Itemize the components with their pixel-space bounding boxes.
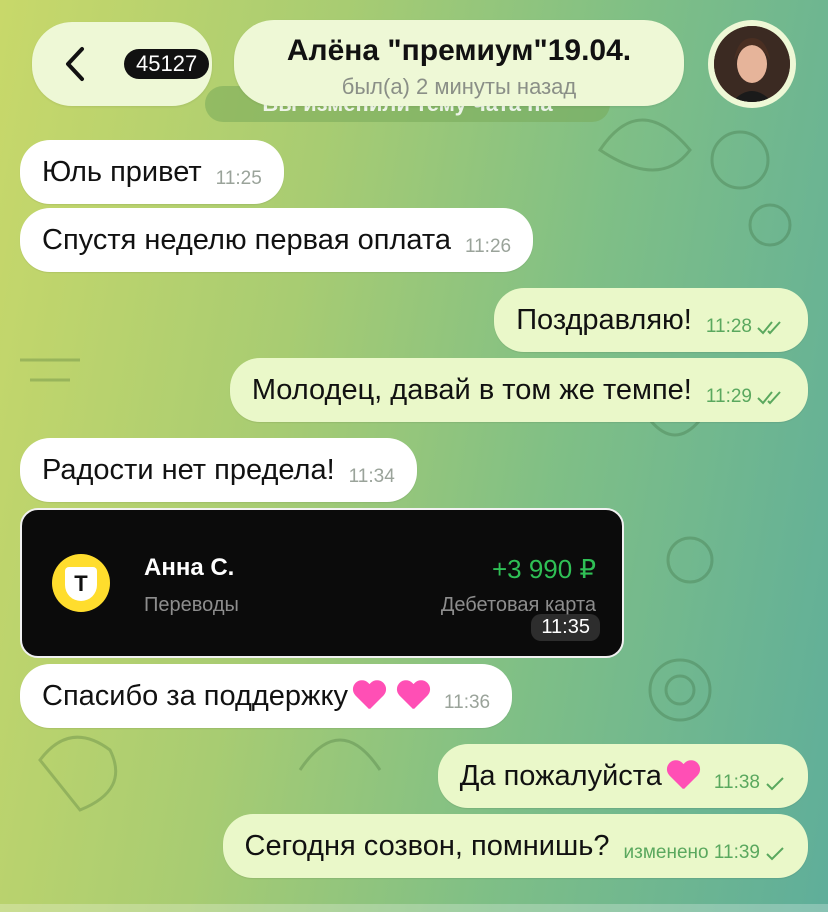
message-outgoing[interactable]: Да пожалуйста 11:38 xyxy=(437,744,808,808)
check-icon xyxy=(766,777,784,791)
message-time: изменено 11:39 xyxy=(623,842,761,863)
unread-count-badge: 45127 xyxy=(124,49,210,79)
message-text: Да пожалуйста xyxy=(459,759,662,792)
check-icon xyxy=(766,847,784,861)
message-time: 11:36 xyxy=(443,692,491,713)
message-time: 11:35 xyxy=(531,614,600,641)
message-text: Радости нет предела! xyxy=(42,453,335,486)
message-incoming[interactable]: Спустя неделю первая оплата 11:26 xyxy=(20,208,534,272)
next-message-edge xyxy=(0,904,828,912)
bank-letter: Т xyxy=(74,571,88,596)
payment-amount: +3 990 ₽ xyxy=(491,554,596,584)
payment-category: Переводы xyxy=(144,594,239,616)
contact-avatar-button[interactable] xyxy=(708,20,796,108)
message-text: Юль привет xyxy=(42,155,202,188)
chat-header[interactable]: Алёна "премиум"19.04. был(а) 2 минуты на… xyxy=(234,20,684,106)
message-time: 11:26 xyxy=(464,236,512,257)
message-incoming[interactable]: Радости нет предела! 11:34 xyxy=(20,438,417,502)
pink-heart-icon xyxy=(396,681,430,711)
message-time: 11:29 xyxy=(705,386,752,407)
chat-title: Алёна "премиум"19.04. xyxy=(286,34,632,67)
message-text: Спасибо за поддержку xyxy=(42,679,348,712)
payment-screenshot[interactable]: Т Анна С. Переводы +3 990 ₽ Дебетовая ка… xyxy=(20,508,624,658)
back-button[interactable]: 45127 xyxy=(32,22,212,106)
chevron-left-icon xyxy=(66,47,84,81)
message-outgoing[interactable]: Поздравляю! 11:28 xyxy=(494,288,808,352)
message-time: 11:38 xyxy=(713,772,760,793)
message-time: 11:25 xyxy=(215,168,262,189)
message-outgoing[interactable]: Молодец, давай в том же темпе! 11:29 xyxy=(229,358,808,422)
pink-heart-icon xyxy=(352,681,386,711)
last-seen-status: был(а) 2 минуты назад xyxy=(341,74,577,99)
bank-logo-icon: Т xyxy=(52,554,110,612)
pink-heart-icon xyxy=(666,761,700,791)
message-incoming[interactable]: Спасибо за поддержку 11:36 xyxy=(20,664,513,728)
avatar-photo xyxy=(714,26,790,102)
shield-icon: Т xyxy=(65,567,97,601)
message-text: Поздравляю! xyxy=(516,303,692,336)
message-outgoing[interactable]: Сегодня созвон, помнишь? изменено 11:39 xyxy=(222,814,808,878)
double-check-icon xyxy=(757,321,781,335)
message-incoming[interactable]: Юль привет 11:25 xyxy=(20,140,284,204)
message-text: Спустя неделю первая оплата xyxy=(42,223,451,256)
message-time: 11:28 xyxy=(705,316,752,337)
message-text: Молодец, давай в том же темпе! xyxy=(251,373,692,406)
message-time: 11:34 xyxy=(348,466,395,487)
payer-name: Анна С. xyxy=(144,554,235,581)
double-check-icon xyxy=(757,391,781,405)
message-text: Сегодня созвон, помнишь? xyxy=(244,829,610,862)
avatar xyxy=(714,26,790,102)
